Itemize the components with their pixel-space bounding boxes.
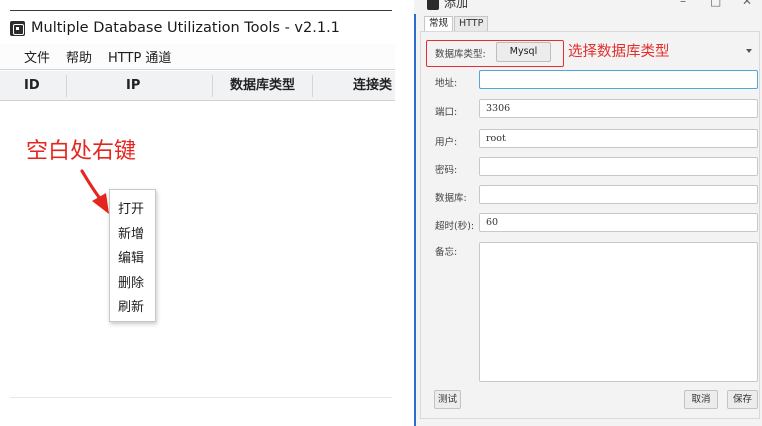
address-label: 地址: [435, 78, 458, 89]
connection-table: ID IP 数据库类型 连接类 [0, 71, 395, 101]
port-input[interactable]: 3306 [479, 99, 758, 118]
save-button[interactable]: 保存 [727, 390, 758, 409]
tab-general[interactable]: 常规 [424, 16, 454, 31]
password-input[interactable] [479, 157, 758, 176]
column-divider[interactable] [212, 75, 213, 97]
table-header: ID IP 数据库类型 连接类 [0, 71, 395, 101]
cancel-button[interactable]: 取消 [684, 390, 718, 409]
database-input[interactable] [479, 185, 758, 204]
menu-file[interactable]: 文件 [24, 47, 50, 66]
window-top-border [10, 10, 392, 11]
dialog-titlebar: 添加 – □ ✕ [414, 0, 762, 14]
column-divider[interactable] [312, 75, 313, 97]
main-titlebar: Multiple Database Utilization Tools - v2… [10, 16, 340, 40]
db-type-annotation: 选择数据库类型 [568, 44, 670, 60]
context-menu-open[interactable]: 打开 [110, 198, 155, 223]
database-label: 数据库: [435, 193, 467, 204]
db-type-dropdown[interactable]: 选择数据库类型 [564, 42, 758, 62]
close-button[interactable]: ✕ [742, 0, 752, 8]
password-label: 密码: [435, 165, 458, 176]
maximize-button[interactable]: □ [710, 0, 721, 8]
context-menu-delete[interactable]: 删除 [110, 272, 155, 297]
remark-label: 备忘: [435, 247, 458, 258]
column-divider[interactable] [66, 75, 67, 97]
column-header-id[interactable]: ID [24, 71, 64, 101]
dialog-tabs: 常规 HTTP [424, 16, 489, 31]
context-menu-add[interactable]: 新增 [110, 223, 155, 248]
remark-textarea[interactable] [479, 242, 758, 382]
context-menu: 打开 新增 编辑 删除 刷新 [109, 189, 156, 322]
window-title: Multiple Database Utilization Tools - v2… [31, 20, 340, 36]
db-type-select[interactable]: Mysql [496, 42, 551, 62]
timeout-label: 超时(秒): [435, 221, 475, 232]
app-logo-icon [10, 20, 25, 36]
chevron-down-icon[interactable] [746, 49, 752, 53]
address-input[interactable] [479, 70, 758, 89]
test-button[interactable]: 测试 [434, 390, 461, 409]
minimize-button[interactable]: – [680, 0, 686, 8]
app-logo-icon [427, 0, 439, 10]
port-label: 端口: [435, 107, 458, 118]
dialog-edge [414, 0, 416, 426]
user-input[interactable]: root [479, 129, 758, 148]
timeout-input[interactable]: 60 [479, 213, 758, 232]
user-label: 用户: [435, 137, 458, 148]
context-menu-edit[interactable]: 编辑 [110, 247, 155, 272]
add-connection-dialog: 添加 – □ ✕ 常规 HTTP 数据库类型: Mysql 选择数据库类型 地址… [414, 0, 762, 426]
dialog-title: 添加 [444, 0, 469, 10]
menu-http-channel[interactable]: HTTP 通道 [108, 47, 171, 66]
menu-help[interactable]: 帮助 [66, 47, 92, 66]
main-window: Multiple Database Utilization Tools - v2… [0, 0, 395, 426]
window-bottom-border [10, 397, 392, 398]
right-click-hint: 空白处右键 [26, 139, 137, 164]
context-menu-refresh[interactable]: 刷新 [110, 296, 155, 321]
column-header-db-type[interactable]: 数据库类型 [230, 71, 310, 101]
column-header-ip[interactable]: IP [126, 71, 166, 101]
general-tab-panel: 数据库类型: Mysql 选择数据库类型 地址: 端口: 3306 用户: ro… [420, 31, 760, 419]
tab-http[interactable]: HTTP [454, 16, 489, 31]
db-type-label: 数据库类型: [435, 49, 486, 60]
column-header-connection-type[interactable]: 连接类 [353, 71, 395, 101]
menu-bar: 文件 帮助 HTTP 通道 [0, 44, 395, 70]
